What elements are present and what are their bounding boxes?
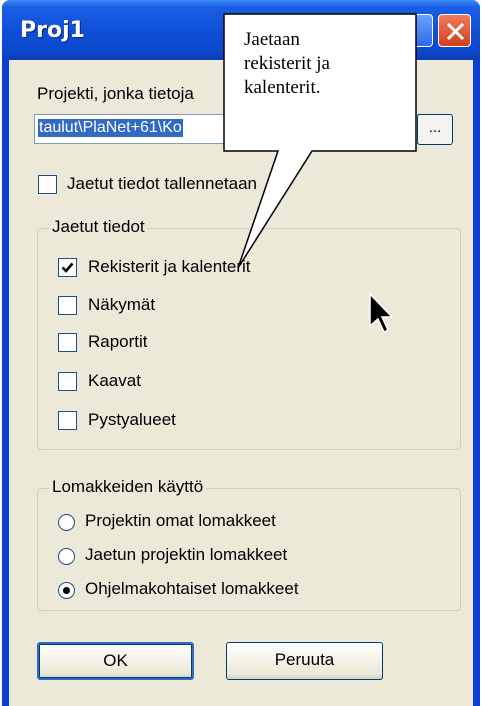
callout-note: Jaetaan rekisterit ja kalenterit. bbox=[244, 28, 414, 100]
mouse-cursor-icon bbox=[369, 292, 394, 334]
callout-shape bbox=[223, 13, 417, 269]
callout-line: rekisterit ja bbox=[244, 53, 330, 74]
callout-line: Jaetaan bbox=[244, 29, 300, 50]
callout-line: kalenterit. bbox=[244, 77, 321, 98]
